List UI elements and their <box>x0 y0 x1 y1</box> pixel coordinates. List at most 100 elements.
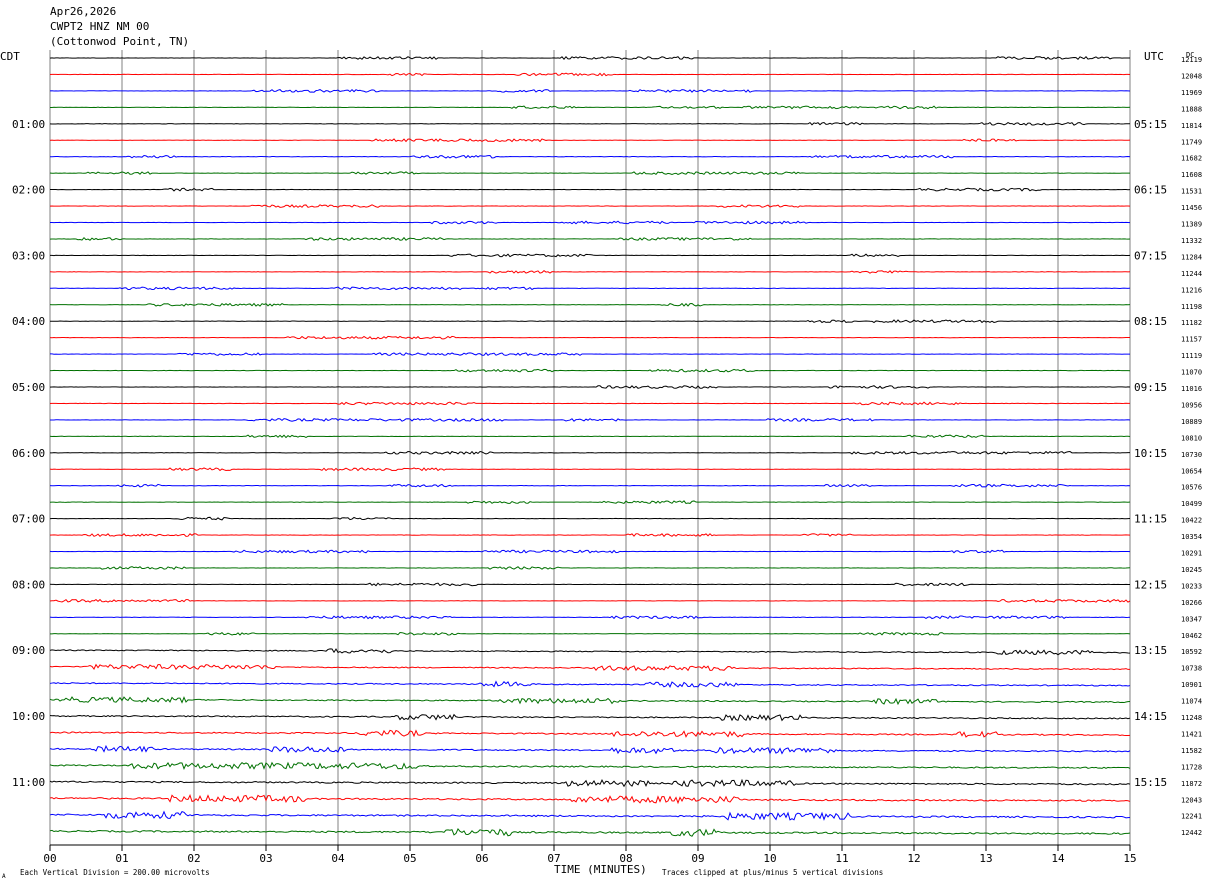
dc-offset-label: 10266 <box>1181 599 1202 607</box>
left-hour-label: 03:00 <box>12 249 45 262</box>
seismic-trace <box>49 72 1131 77</box>
seismic-trace <box>49 648 1131 656</box>
right-hour-label: 07:15 <box>1134 249 1167 262</box>
seismic-trace <box>49 417 1131 422</box>
seismic-trace <box>49 220 1131 225</box>
dc-offset-labels: 12119 12048 11969 11888 11814 11749 11682 11608… <box>1181 56 1202 837</box>
dc-offset-label: 11749 <box>1181 138 1202 146</box>
dc-offset-label: 10245 <box>1181 566 1202 574</box>
left-hour-label: 10:00 <box>12 710 45 723</box>
left-hour-labels: 01:00 02:00 03:00 04:00 05:00 06:00 07:00 08:00… <box>12 118 45 789</box>
dc-offset-label: 11728 <box>1181 763 1202 771</box>
seismic-trace <box>49 105 1131 110</box>
seismic-trace <box>49 533 1131 538</box>
seismic-trace <box>49 615 1131 620</box>
dc-offset-label: 10462 <box>1181 632 1202 640</box>
x-tick-label: 10 <box>763 852 776 865</box>
dc-offset-label: 10730 <box>1181 451 1202 459</box>
helicorder-plot: Apr26,2026 CWPT2 HNZ NM 00 (Cottonwod Po… <box>0 5 1202 880</box>
station-id: CWPT2 HNZ NM 00 <box>50 20 149 33</box>
dc-offset-label: 11119 <box>1181 352 1202 360</box>
x-axis-ticks: 00 01 02 03 04 05 06 07 08 09 10 11 12 13 14 15 <box>43 844 1137 865</box>
dc-offset-label: 10291 <box>1181 550 1202 558</box>
dc-offset-label: 11332 <box>1181 237 1202 245</box>
seismic-trace <box>49 270 1131 274</box>
seismic-trace <box>49 566 1131 570</box>
left-hour-label: 09:00 <box>12 644 45 657</box>
dc-offset-label: 10654 <box>1181 467 1202 475</box>
seismic-trace <box>49 138 1131 143</box>
dc-offset-label: 10592 <box>1181 648 1202 656</box>
seismic-trace <box>49 516 1131 521</box>
dc-offset-label: 10576 <box>1181 484 1202 492</box>
dc-offset-label: 11582 <box>1181 747 1202 755</box>
footer-mark: A <box>2 873 6 880</box>
left-hour-label: 02:00 <box>12 184 45 197</box>
seismic-trace <box>49 434 1131 439</box>
seismic-trace <box>50 352 1131 357</box>
seismic-trace <box>49 171 1131 176</box>
x-tick-label: 09 <box>691 852 704 865</box>
dc-offset-label: 11157 <box>1181 336 1202 344</box>
left-hour-label: 05:00 <box>12 381 45 394</box>
dc-offset-label: 11969 <box>1181 89 1202 97</box>
x-tick-label: 00 <box>43 852 56 865</box>
seismic-trace <box>49 467 1131 472</box>
seismic-trace <box>49 236 1131 242</box>
x-tick-label: 02 <box>187 852 200 865</box>
dc-offset-label: 11244 <box>1181 270 1202 278</box>
x-tick-label: 15 <box>1123 852 1136 865</box>
seismic-trace <box>50 154 1131 159</box>
x-tick-label: 04 <box>331 852 345 865</box>
x-tick-label: 01 <box>115 852 128 865</box>
seismic-trace <box>49 713 1131 722</box>
seismic-trace <box>49 598 1131 603</box>
left-hour-label: 01:00 <box>12 118 45 131</box>
seismic-trace <box>49 696 1131 706</box>
seismic-trace <box>49 680 1131 688</box>
seismic-trace <box>49 55 1131 60</box>
seismic-traces <box>49 55 1131 837</box>
x-tick-label: 14 <box>1051 852 1065 865</box>
seismic-trace <box>49 450 1131 455</box>
seismic-trace <box>49 810 1131 821</box>
right-hour-label: 14:15 <box>1134 710 1167 723</box>
right-hour-labels: 05:15 06:15 07:15 08:15 09:15 10:15 11:15 12:15… <box>1134 118 1167 789</box>
seismic-trace <box>49 121 1131 126</box>
dc-offset-label: 11070 <box>1181 369 1202 377</box>
dc-offset-label: 11284 <box>1181 253 1202 261</box>
x-tick-label: 03 <box>259 852 272 865</box>
clipping-note: Traces clipped at plus/minus 5 vertical … <box>662 868 883 877</box>
x-axis-title: TIME (MINUTES) <box>554 863 647 876</box>
seismic-trace <box>49 302 1131 307</box>
dc-offset-label: 12119 <box>1181 56 1202 64</box>
seismic-trace <box>50 253 1131 258</box>
right-hour-label: 15:15 <box>1134 776 1167 789</box>
dc-offset-label: 11608 <box>1181 171 1202 179</box>
dc-offset-label: 11182 <box>1181 319 1202 327</box>
dc-offset-label: 10810 <box>1181 434 1202 442</box>
seismic-trace <box>49 582 1131 587</box>
x-tick-label: 13 <box>979 852 992 865</box>
dc-offset-label: 10354 <box>1181 533 1202 541</box>
seismic-trace <box>49 88 1131 93</box>
seismic-trace <box>49 401 1131 406</box>
dc-offset-label: 12043 <box>1181 796 1202 804</box>
right-hour-label: 05:15 <box>1134 118 1167 131</box>
dc-offset-label: 10422 <box>1181 517 1202 525</box>
seismic-trace <box>49 483 1131 488</box>
seismic-trace <box>49 828 1131 837</box>
dc-offset-label: 10233 <box>1181 582 1202 590</box>
seismic-trace <box>49 500 1131 505</box>
left-hour-label: 08:00 <box>12 578 45 591</box>
left-hour-label: 07:00 <box>12 513 45 526</box>
right-hour-label: 13:15 <box>1134 644 1167 657</box>
dc-offset-label: 10889 <box>1181 418 1202 426</box>
seismic-trace <box>49 761 1131 770</box>
dc-offset-label: 11888 <box>1181 105 1202 113</box>
dc-offset-label: 12442 <box>1181 829 1202 837</box>
dc-offset-label: 11682 <box>1181 155 1202 163</box>
seismic-trace <box>49 385 1131 389</box>
dc-offset-label: 10738 <box>1181 665 1202 673</box>
x-tick-label: 06 <box>475 852 488 865</box>
